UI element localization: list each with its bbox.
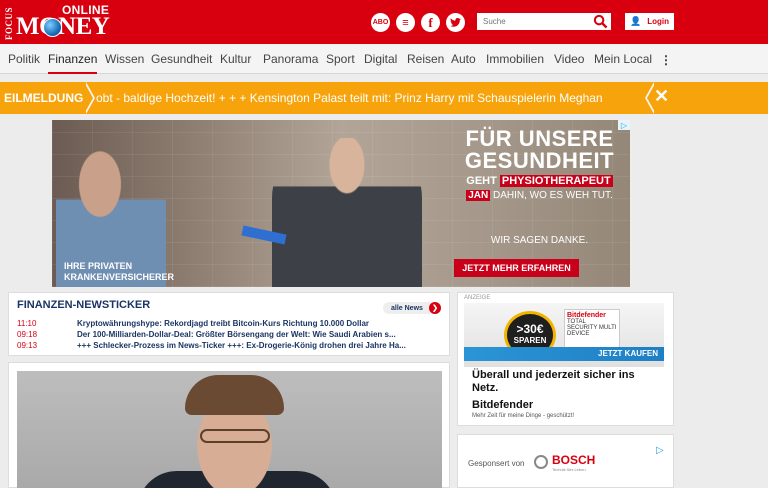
ad-line1: GEHT PHYSIOTHERAPEUT <box>457 175 622 187</box>
ad-person-therapist <box>272 138 422 287</box>
ad-brand: IHRE PRIVATEN KRANKENVERSICHERER <box>64 261 175 282</box>
news-time: 09:13 <box>17 341 38 350</box>
nav-item-mein-local[interactable]: Mein Local <box>594 52 652 66</box>
search-input[interactable] <box>477 13 611 30</box>
news-headline[interactable]: Der 100-Milliarden-Dollar-Deal: Größter … <box>77 330 437 339</box>
abo-button[interactable]: ABO <box>371 13 390 32</box>
lead-article[interactable] <box>8 362 450 488</box>
nav-item-kultur[interactable]: Kultur <box>220 52 251 66</box>
user-icon: 👤 <box>630 16 642 26</box>
more-menu-icon[interactable]: ⋮ <box>660 53 672 67</box>
globe-icon <box>43 18 62 37</box>
nav-item-sport[interactable]: Sport <box>326 52 355 66</box>
ad-line2-highlight: JAN <box>466 190 491 201</box>
image-hair <box>185 375 284 415</box>
news-headline[interactable]: Kryptowährungshype: Rekordjagd treibt Bi… <box>77 319 437 328</box>
bosch-brand: BOSCH <box>552 453 596 467</box>
article-image[interactable] <box>17 371 442 488</box>
breaking-ticker[interactable]: obt - baldige Hochzeit! + + + Kensington… <box>96 82 644 114</box>
nav-item-auto[interactable]: Auto <box>451 52 476 66</box>
all-news-label: alle News <box>391 304 423 312</box>
login-button[interactable]: 👤 Login <box>625 13 674 30</box>
news-time: 11:10 <box>17 319 37 328</box>
breaking-ticker-text: obt - baldige Hochzeit! + + + Kensington… <box>96 91 603 105</box>
bosch-logo-icon <box>534 455 548 469</box>
nav-item-panorama[interactable]: Panorama <box>263 52 318 66</box>
bosch-tagline: Technik fürs Leben <box>552 467 586 472</box>
ad-tagline[interactable]: Überall und jederzeit sicher ins Netz. <box>472 369 662 395</box>
logo-money: MONEY <box>16 13 110 40</box>
finance-newsticker: FINANZEN-NEWSTICKER alle News ❯ 11:10 Kr… <box>8 292 450 356</box>
facebook-icon[interactable]: f <box>421 13 440 32</box>
nav-item-reisen[interactable]: Reisen <box>407 52 444 66</box>
nav-item-finanzen[interactable]: Finanzen <box>48 52 98 74</box>
site-header: FOCUS ONLINE MONEY ABO ≡ f 👤 Login <box>0 0 768 44</box>
ad-headline: FÜR UNSERE GESUNDHEIT <box>464 126 615 173</box>
news-time: 09:18 <box>17 330 38 339</box>
breaking-news-bar: EILMELDUNG obt - baldige Hochzeit! + + +… <box>0 82 768 114</box>
sponsored-label: Gesponsert von <box>468 459 525 468</box>
login-label: Login <box>647 17 669 26</box>
buy-now-button[interactable]: JETZT KAUFEN <box>464 347 664 361</box>
adchoices-icon[interactable]: ▷ <box>618 120 630 130</box>
product-name: TOTAL SECURITY MULTI DEVICE <box>567 319 617 337</box>
sidebar-ad-bosch[interactable]: ▷ Gesponsert von BOSCH Technik fürs Lebe… <box>457 434 674 488</box>
product-brand: Bitdefender <box>567 312 606 319</box>
all-news-button[interactable]: alle News ❯ <box>383 302 441 314</box>
ad-line1-pre: GEHT <box>466 175 497 187</box>
badge-amount: >30€ <box>516 322 544 336</box>
nav-item-politik[interactable]: Politik <box>8 52 40 66</box>
logo-focus: FOCUS <box>4 7 14 41</box>
nav-item-gesundheit[interactable]: Gesundheit <box>151 52 212 66</box>
search-icon[interactable] <box>593 14 608 29</box>
ad-label: ANZEIGE <box>464 295 491 301</box>
nav-item-immobilien[interactable]: Immobilien <box>486 52 544 66</box>
nav-item-digital[interactable]: Digital <box>364 52 397 66</box>
adchoices-icon[interactable]: ▷ <box>656 445 664 456</box>
image-glasses <box>200 429 270 443</box>
ad-cta-button[interactable]: JETZT MEHR ERFAHREN <box>454 259 579 277</box>
ad-small-text: Mehr Zeit für meine Dinge - geschützt! <box>472 413 575 419</box>
chevron-right-icon: ❯ <box>429 302 441 314</box>
list-icon[interactable]: ≡ <box>396 13 415 32</box>
sidebar-ad-bitdefender[interactable]: ANZEIGE ▷ >30€ SPAREN Bitdefender TOTAL … <box>457 292 674 426</box>
ad-line2: JAN DAHIN, WO ES WEH TUT. <box>457 190 622 201</box>
site-logo[interactable]: FOCUS ONLINE MONEY <box>4 3 114 41</box>
nav-item-video[interactable]: Video <box>554 52 584 66</box>
twitter-icon[interactable] <box>446 13 465 32</box>
ad-line3: WIR SAGEN DANKE. <box>490 235 589 246</box>
badge-label: SPAREN <box>513 336 547 345</box>
ticker-left-divider-inner <box>84 82 93 114</box>
news-headline[interactable]: +++ Schlecker-Prozess im News-Ticker +++… <box>77 341 437 350</box>
ad-promo-image[interactable]: >30€ SPAREN Bitdefender TOTAL SECURITY M… <box>464 303 664 367</box>
close-icon[interactable]: ✕ <box>654 86 669 107</box>
newsticker-title[interactable]: FINANZEN-NEWSTICKER <box>17 299 150 311</box>
ad-brand-name: Bitdefender <box>472 399 534 411</box>
nav-item-wissen[interactable]: Wissen <box>105 52 144 66</box>
ad-banner[interactable]: IHRE PRIVATEN KRANKENVERSICHERER FÜR UNS… <box>52 120 630 287</box>
ad-line1-highlight: PHYSIOTHERAPEUT <box>499 175 613 187</box>
breaking-tag: EILMELDUNG <box>4 91 84 105</box>
ad-line2-post: DAHIN, WO ES WEH TUT. <box>492 190 613 201</box>
main-nav: Politik Finanzen Wissen Gesundheit Kultu… <box>0 44 768 74</box>
